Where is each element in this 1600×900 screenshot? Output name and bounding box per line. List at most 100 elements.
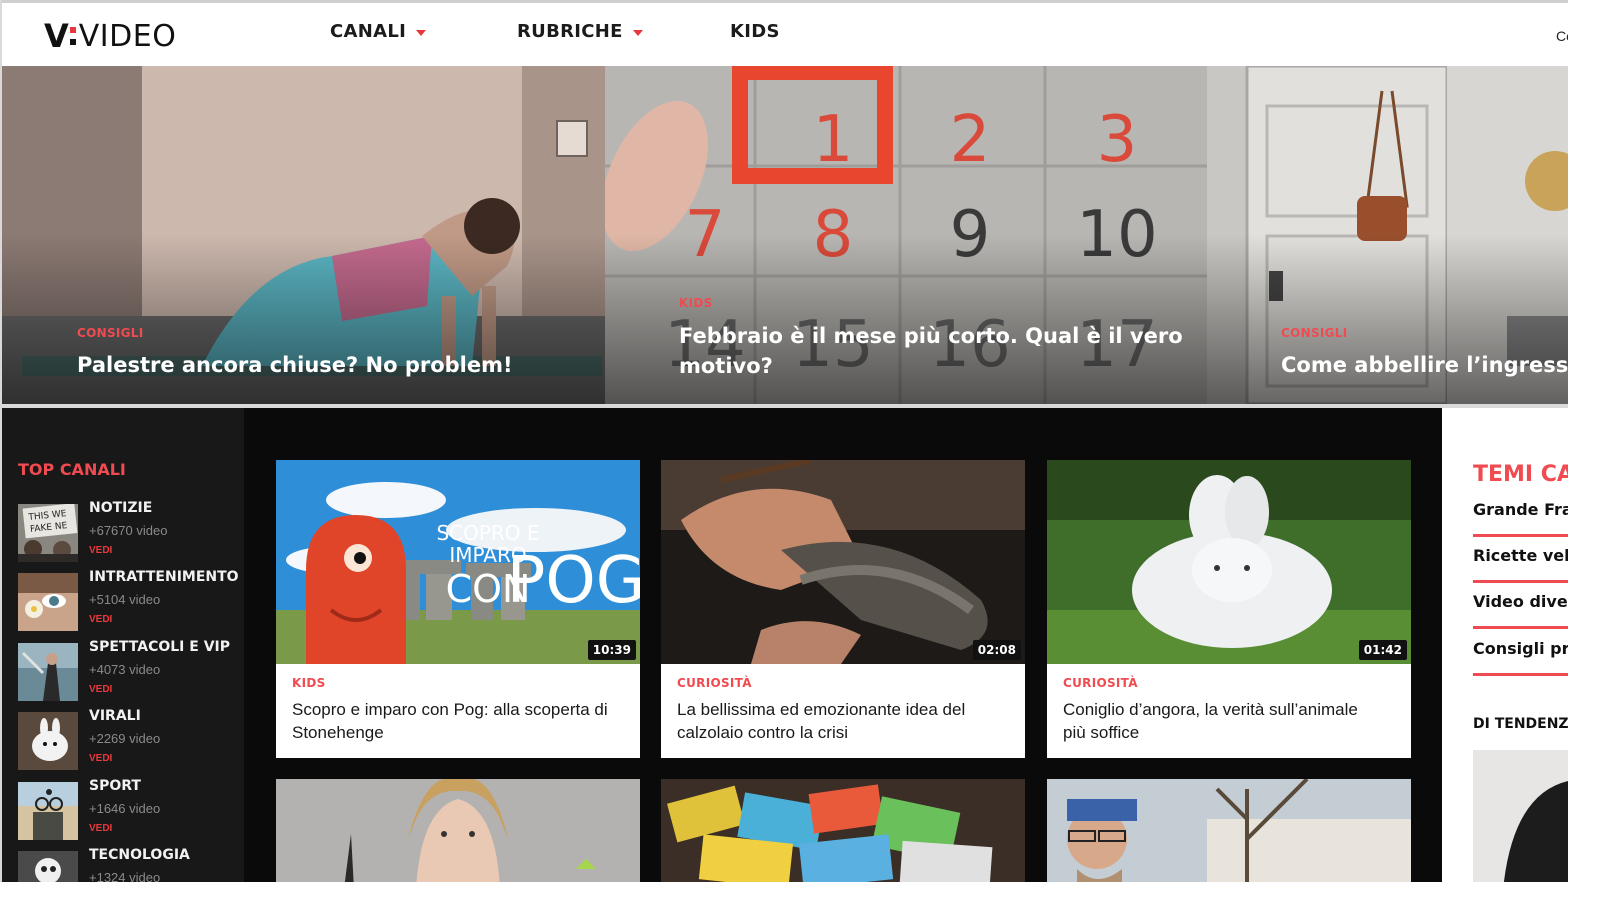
- logo-mark: V: [44, 17, 69, 55]
- video-title: Coniglio d’angora, la verità sull’animal…: [1063, 698, 1395, 744]
- trending-thumbnail[interactable]: [1473, 750, 1568, 882]
- hero-title-line1: Febbraio è il mese più corto. Qual è il …: [679, 324, 1183, 348]
- channel-name: VIRALI: [89, 708, 141, 724]
- channel-name: SPORT: [89, 778, 141, 794]
- nav-kids[interactable]: KIDS: [730, 21, 780, 42]
- video-card[interactable]: [1047, 779, 1411, 882]
- nav-canali[interactable]: CANALI: [330, 21, 427, 42]
- card-body: CURIOSITÀ Coniglio d’angora, la verità s…: [1047, 664, 1411, 758]
- channel-name: TECNOLOGIA: [89, 847, 190, 863]
- thumb-overlay-text: POG: [507, 544, 640, 618]
- theme-link[interactable]: Ricette velo: [1473, 546, 1568, 583]
- theme-underline: [1473, 580, 1568, 583]
- nav-rubriche[interactable]: RUBRICHE: [517, 21, 643, 42]
- themes-title: TEMI CA: [1473, 462, 1568, 487]
- window-top-border: [2, 0, 1568, 3]
- channel-item-notizie[interactable]: THIS WE FAKE NE NOTIZIE +67670 video VED…: [18, 500, 238, 562]
- video-thumbnail: [1047, 779, 1411, 882]
- video-thumbnail: [276, 779, 640, 882]
- channel-see-link[interactable]: VEDI: [89, 823, 112, 834]
- theme-link[interactable]: Video diver: [1473, 592, 1568, 629]
- video-category: KIDS: [292, 676, 326, 690]
- video-title-line2: calzolaio contro la crisi: [677, 723, 849, 742]
- theme-link[interactable]: Grande Frat: [1473, 500, 1568, 537]
- channel-item-tecnologia[interactable]: TECNOLOGIA +1324 video: [18, 847, 238, 882]
- hero-item[interactable]: CONSIGLI Palestre ancora chiuse? No prob…: [2, 66, 605, 404]
- video-duration: 02:08: [972, 640, 1021, 660]
- theme-link[interactable]: Consigli pra: [1473, 639, 1568, 676]
- chevron-down-icon: [416, 29, 427, 36]
- theme-label: Ricette velo: [1473, 546, 1568, 565]
- hero-title-line2: motivo?: [679, 354, 773, 378]
- svg-text:1: 1: [813, 103, 854, 177]
- channel-thumbnail: [18, 782, 78, 840]
- channel-name: INTRATTENIMENTO: [89, 569, 239, 585]
- top-channels-title: TOP CANALI: [18, 460, 126, 479]
- video-thumbnail: 01:42: [1047, 460, 1411, 664]
- channel-count: +5104 video: [89, 592, 161, 607]
- video-title-line1: La bellissima ed emozionante idea del: [677, 700, 966, 719]
- card-body: CURIOSITÀ La bellissima ed emozionante i…: [661, 664, 1025, 758]
- video-card[interactable]: 01:42 CURIOSITÀ Coniglio d’angora, la ve…: [1047, 460, 1411, 758]
- video-grid: SCOPRO E IMPARO CON POG 10:39 KIDS Scopr…: [244, 408, 1442, 882]
- logo-colon-icon: [69, 21, 76, 51]
- themes-sidebar: TEMI CA Grande Frat Ricette velo Video d…: [1442, 408, 1568, 882]
- video-card[interactable]: 02:08 CURIOSITÀ La bellissima ed emozion…: [661, 460, 1025, 758]
- video-duration: 01:42: [1358, 640, 1407, 660]
- channel-thumbnail: THIS WE FAKE NE: [18, 504, 78, 562]
- channel-item-spettacoli[interactable]: SPETTACOLI E VIP +4073 video VEDI: [18, 639, 238, 701]
- hero-category: CONSIGLI: [77, 326, 144, 340]
- top-channels-sidebar: TOP CANALI THIS WE FAKE NE NOTIZIE +6767…: [2, 408, 244, 882]
- nav-label: KIDS: [730, 21, 780, 42]
- trending-title: DI TENDENZ: [1473, 716, 1568, 732]
- channel-count: +1646 video: [89, 801, 161, 816]
- video-title: La bellissima ed emozionante idea del ca…: [677, 698, 1009, 744]
- channel-see-link[interactable]: VEDI: [89, 753, 112, 764]
- channel-thumbnail: [18, 712, 78, 770]
- channel-item-intrattenimento[interactable]: INTRATTENIMENTO +5104 video VEDI: [18, 569, 239, 631]
- thumb-overlay-text: SCOPRO E: [436, 521, 539, 545]
- hero-category: KIDS: [679, 296, 713, 310]
- video-duration: 10:39: [587, 640, 636, 660]
- hero-title: Palestre ancora chiuse? No problem!: [77, 353, 513, 377]
- nav-label: RUBRICHE: [517, 21, 623, 42]
- channel-count: +4073 video: [89, 662, 161, 677]
- channel-count: +67670 video: [89, 523, 168, 538]
- video-category: CURIOSITÀ: [677, 676, 752, 690]
- video-title-line2: più soffice: [1063, 723, 1140, 742]
- video-title-line1: Scopro e imparo con Pog: alla scoperta d…: [292, 700, 608, 719]
- svg-text:3: 3: [1097, 103, 1138, 177]
- video-title-line2: Stonehenge: [292, 723, 384, 742]
- hero-item[interactable]: 1 2 3 7 8 9 10 14 15 16 17 KIDS Febbraio…: [605, 66, 1207, 404]
- site-header: V VIDEO CANALI RUBRICHE KIDS Ce: [2, 3, 1568, 66]
- channel-thumbnail: [18, 643, 78, 701]
- video-thumbnail: SCOPRO E IMPARO CON POG 10:39: [276, 460, 640, 664]
- video-category: CURIOSITÀ: [1063, 676, 1138, 690]
- theme-underline: [1473, 626, 1568, 629]
- video-card[interactable]: SCOPRO E IMPARO CON POG 10:39 KIDS Scopr…: [276, 460, 640, 758]
- logo-text: VIDEO: [78, 18, 177, 54]
- video-card[interactable]: [276, 779, 640, 882]
- channel-thumbnail: [18, 851, 78, 882]
- theme-label: Video diver: [1473, 592, 1568, 611]
- channel-item-sport[interactable]: SPORT +1646 video VEDI: [18, 778, 238, 840]
- channel-count: +2269 video: [89, 731, 161, 746]
- hero-category: CONSIGLI: [1281, 326, 1348, 340]
- theme-label: Grande Frat: [1473, 500, 1568, 519]
- channel-see-link[interactable]: VEDI: [89, 614, 112, 625]
- header-search-link[interactable]: Ce: [1556, 28, 1568, 44]
- hero-item[interactable]: CONSIGLI Come abbellire l’ingresso di: [1207, 66, 1568, 404]
- card-body: KIDS Scopro e imparo con Pog: alla scope…: [276, 664, 640, 758]
- channel-see-link[interactable]: VEDI: [89, 545, 112, 556]
- channel-see-link[interactable]: VEDI: [89, 684, 112, 695]
- video-title-line1: Coniglio d’angora, la verità sull’animal…: [1063, 700, 1358, 719]
- channel-item-virali[interactable]: VIRALI +2269 video VEDI: [18, 708, 238, 770]
- video-card[interactable]: [661, 779, 1025, 882]
- channel-thumbnail: [18, 573, 78, 631]
- hero-title: Come abbellire l’ingresso di: [1281, 353, 1568, 377]
- hero-carousel: CONSIGLI Palestre ancora chiuse? No prob…: [2, 66, 1568, 404]
- site-logo[interactable]: V VIDEO: [44, 17, 177, 55]
- video-title: Scopro e imparo con Pog: alla scoperta d…: [292, 698, 624, 744]
- nav-label: CANALI: [330, 21, 407, 42]
- page: V VIDEO CANALI RUBRICHE KIDS Ce: [0, 0, 1568, 882]
